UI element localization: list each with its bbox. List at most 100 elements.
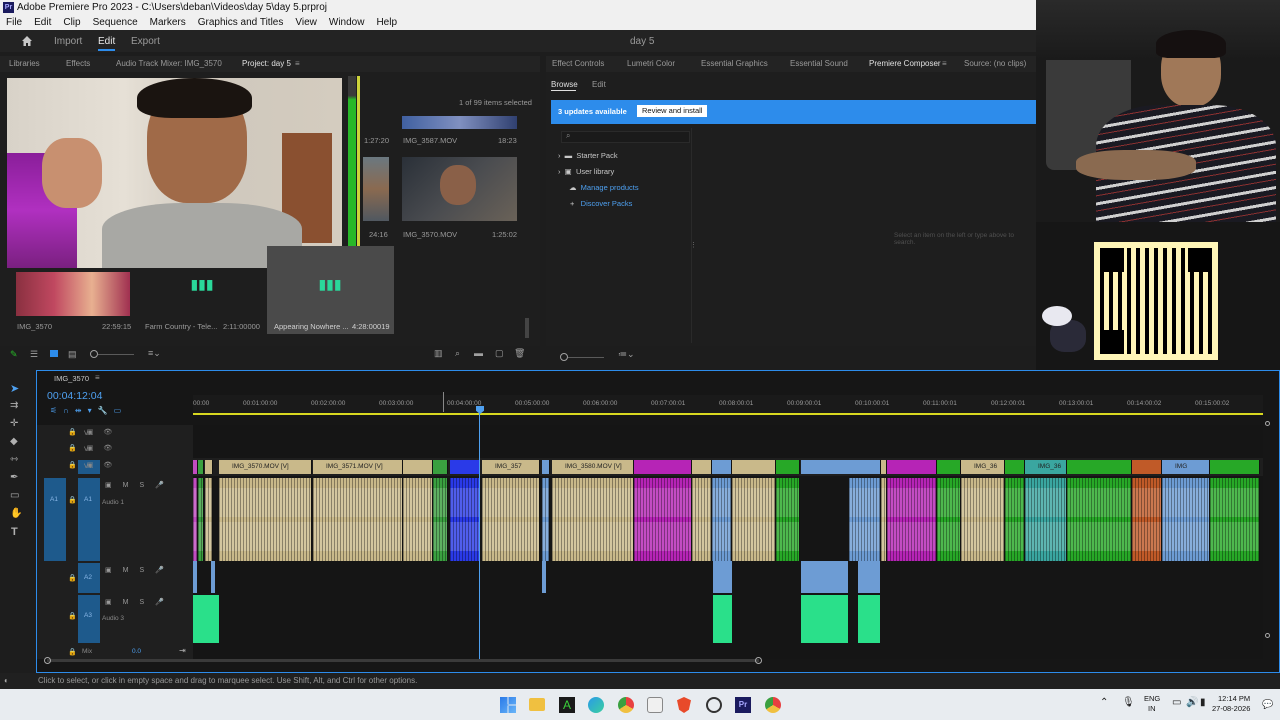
a1-gap[interactable] [801,478,849,561]
clock-date[interactable]: 27-08-2026 [1212,704,1250,713]
menu-view[interactable]: View [289,15,323,30]
home-icon[interactable] [21,35,33,47]
new-item-icon[interactable]: ▢ [495,348,504,359]
item-name[interactable]: IMG_3570 [17,322,52,331]
video-clip[interactable] [403,460,433,474]
menu-clip[interactable]: Clip [57,15,86,30]
video-clip[interactable] [692,460,712,474]
store-icon[interactable] [647,697,663,713]
ripple-edit-icon[interactable]: ✛ [10,418,18,429]
a3-music-clip[interactable] [193,595,219,643]
menu-sequence[interactable]: Sequence [87,15,144,30]
pen-tool-icon[interactable]: ✒ [10,472,18,483]
find-icon[interactable]: ⌕ [455,348,460,359]
video-clip[interactable] [801,460,881,474]
list-view-icon[interactable]: ☰ [30,349,38,360]
scrollbar[interactable] [525,318,529,338]
thumb-img-3570-seq[interactable] [16,272,130,316]
tab-source[interactable]: Source: (no clips) [964,56,1026,72]
item-name[interactable]: IMG_3570.MOV [403,230,457,239]
video-clip[interactable]: IMG_3580.MOV [V] [552,460,634,474]
scroll-handle-right[interactable] [755,657,762,664]
automate-icon[interactable]: ▥ [434,348,443,359]
a2-clip[interactable] [193,561,197,593]
sequence-tab[interactable]: IMG_3570 [54,374,89,383]
video-clip[interactable]: IMG_3570.MOV [V] [219,460,312,474]
a1-source-patch[interactable] [44,478,66,561]
mix-value[interactable]: 0.0 [132,648,141,655]
video-clip[interactable] [712,460,732,474]
sort-icon[interactable]: ≡⌄ [148,348,161,359]
tab-essential-graphics[interactable]: Essential Graphics [701,56,768,72]
video-clip[interactable] [1067,460,1132,474]
language-code[interactable]: ENG [1144,694,1160,703]
audio-clip[interactable] [692,478,712,561]
preview-thumbnail[interactable] [7,78,342,268]
tab-premiere-composer[interactable]: Premiere Composer [869,56,941,72]
tab-lumetri-color[interactable]: Lumetri Color [627,56,675,72]
search-input[interactable]: ⌕ [561,131,690,143]
audio-clip[interactable] [961,478,1005,561]
audio-clip[interactable] [1067,478,1132,561]
panel-menu-icon[interactable]: ≡ [942,56,947,72]
tab-effects[interactable]: Effects [66,56,90,72]
tab-effect-controls[interactable]: Effect Controls [552,56,604,72]
tab-essential-sound[interactable]: Essential Sound [790,56,848,72]
item-name[interactable]: Appearing Nowhere ... [274,322,349,331]
audio-clip[interactable] [198,478,204,561]
v1-controls[interactable]: 🔒▣👁 [68,461,122,469]
audio-clip[interactable] [433,478,448,561]
mix-lock-icon[interactable]: 🔒 [68,648,77,656]
a3-music-clip[interactable] [801,595,848,643]
tree-starter-pack[interactable]: › ▬ Starter Pack [558,151,618,160]
video-clip[interactable] [887,460,937,474]
audio-clip[interactable] [1025,478,1067,561]
video-clip[interactable] [542,460,550,474]
thumb-clip[interactable] [363,157,389,221]
audio-clip[interactable] [712,478,732,561]
app-icon[interactable]: A [559,697,575,713]
audio-clip[interactable] [482,478,540,561]
video-clip[interactable] [1005,460,1025,474]
a2-clip[interactable] [713,561,732,593]
tab-export[interactable]: Export [131,36,160,47]
video-clip[interactable] [205,460,213,474]
subtab-edit[interactable]: Edit [592,80,606,89]
zoom-slider-handle[interactable] [90,350,98,358]
timeline-scrollbar[interactable] [47,659,759,662]
volume-icon[interactable]: 🔊 [1186,697,1198,708]
tray-expand-icon[interactable]: ⌃ [1100,697,1108,708]
audio-clip[interactable] [313,478,403,561]
work-area-bar[interactable] [193,413,1263,415]
language-region[interactable]: IN [1148,704,1156,713]
network-icon[interactable]: ▭ [1172,697,1181,708]
a2-controls[interactable]: ▣MS🎤 [105,566,175,574]
audio-clip[interactable] [542,478,550,561]
size-slider-handle[interactable] [560,353,568,361]
premiere-pro-taskbar-icon[interactable]: Pr [735,697,751,713]
selection-tool-icon[interactable]: ➤ [10,382,19,395]
video-clip[interactable]: IMG [1162,460,1210,474]
subtab-browse[interactable]: Browse [551,80,578,89]
discover-packs-link[interactable]: + Discover Packs [570,199,632,208]
video-clip[interactable]: IMG_36 [961,460,1005,474]
a1-controls[interactable]: ▣MS🎤 [105,481,175,489]
zoom-slider[interactable] [98,354,134,355]
playhead-timecode[interactable]: 00:04:12:04 [47,390,102,402]
audio-clip[interactable] [403,478,433,561]
pencil-icon[interactable]: ✎ [10,350,18,359]
start-menu-icon[interactable] [500,697,516,713]
tab-audio-mixer[interactable]: Audio Track Mixer: IMG_3570 [116,56,222,72]
trash-icon[interactable]: 🗑 [514,348,525,359]
icon-view-icon[interactable] [50,350,58,357]
tab-import[interactable]: Import [54,36,82,47]
thumb-img-3587[interactable] [402,116,517,129]
vscroll-bottom[interactable] [1265,633,1270,638]
audio-clip[interactable] [552,478,634,561]
item-name[interactable]: IMG_3587.MOV [403,136,457,145]
vscroll-top[interactable] [1265,421,1270,426]
file-explorer-icon[interactable] [529,698,545,711]
audio-clip[interactable] [732,478,776,561]
menu-help[interactable]: Help [370,15,403,30]
video-clip[interactable] [1132,460,1162,474]
